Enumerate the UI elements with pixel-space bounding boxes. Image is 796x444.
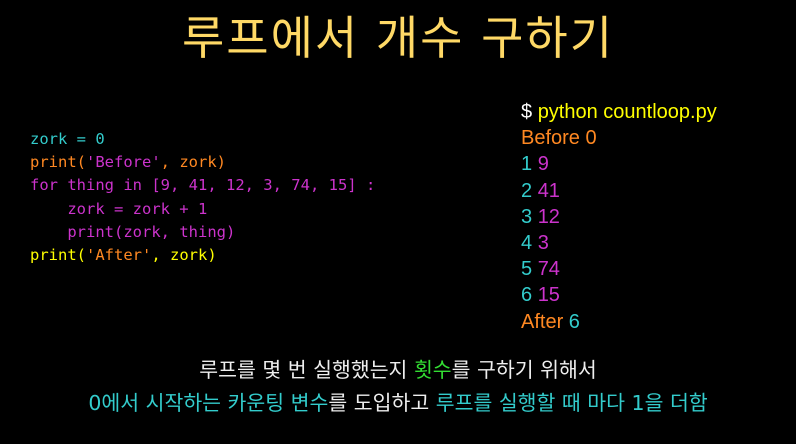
code-line: print(zork, thing) <box>30 221 375 244</box>
caption-segment: 를 구하기 위해서 <box>451 358 597 382</box>
code-line: for thing in [9, 41, 12, 3, 74, 15] : <box>30 174 375 197</box>
code-line-segment: zork, thing <box>123 222 226 241</box>
output-line-segment: python countloop.py <box>537 101 717 123</box>
caption-segment: 횟수 <box>413 358 452 382</box>
output-line: 1 9 <box>521 151 717 177</box>
code-line-segment: , zork) <box>160 153 226 172</box>
code-line-segment: ) <box>225 222 236 241</box>
caption-line-2: 0에서 시작하는 카운팅 변수를 도입하고 루프를 실행할 때 마다 1을 더함 <box>0 389 796 417</box>
output-line-segment: 3 <box>537 231 549 254</box>
output-line: Before 0 <box>521 125 717 151</box>
code-line: print('Before', zork) <box>30 151 375 174</box>
code-line-segment: zork = zork + 1 <box>30 199 208 218</box>
code-line-segment: in <box>123 176 152 195</box>
output-line-segment: 3 <box>521 205 538 228</box>
code-line-segment: 'After' <box>86 245 152 264</box>
output-line-segment: 74 <box>537 258 560 281</box>
caption-segment: 루프를 몇 번 실행했는지 <box>199 358 414 382</box>
caption-line-1: 루프를 몇 번 실행했는지 횟수를 구하기 위해서 <box>0 356 796 384</box>
output-line: $ python countloop.py <box>521 99 717 125</box>
output-line-segment: 6 <box>521 284 538 307</box>
caption-segment: 루프를 실행할 때 마다 <box>435 391 632 415</box>
caption-segment: 를 도입하고 <box>328 391 436 415</box>
output-line-segment: 9 <box>537 153 549 176</box>
code-line-segment: print( <box>30 153 86 172</box>
code-line-segment: 'Before' <box>86 153 161 172</box>
caption-segment: 1 <box>631 391 645 415</box>
code-line: zork = 0 <box>30 128 375 151</box>
terminal-output: $ python countloop.py Before 01 92 41 3 12… <box>521 99 717 335</box>
output-line-segment: 12 <box>537 205 560 228</box>
code-line-segment: print( <box>30 245 86 264</box>
output-line: 4 3 <box>521 230 717 256</box>
code-line-segment: , zork) <box>151 245 217 264</box>
output-line-segment: 5 <box>521 258 538 281</box>
output-line-segment: $ <box>521 101 538 123</box>
code-line-segment: zork = 0 <box>30 130 105 148</box>
output-line: After 6 <box>521 309 717 335</box>
output-line-segment: 41 <box>537 179 560 202</box>
output-line-segment: 15 <box>537 284 560 307</box>
output-line: 2 41 <box>521 178 717 204</box>
output-line-segment: 6 <box>568 310 580 333</box>
caption-segment: 0 <box>88 391 102 415</box>
output-line: 3 12 <box>521 204 717 230</box>
output-line-segment: 4 <box>521 231 538 254</box>
code-line-segment: print( <box>30 222 124 241</box>
caption-segment: 에서 시작하는 카운팅 변수 <box>101 391 329 415</box>
caption-segment: 을 더함 <box>644 391 708 415</box>
code-line: print('After', zork) <box>30 244 375 267</box>
output-line-segment: 2 <box>521 179 538 202</box>
code-block: zork = 0 print('Before', zork) for thing i… <box>30 128 375 267</box>
code-line-segment: [9, 41, 12, 3, 74, 15] : <box>151 176 376 195</box>
output-line: 5 74 <box>521 256 717 282</box>
code-line: zork = zork + 1 <box>30 198 375 221</box>
output-line-segment: Before 0 <box>521 127 597 150</box>
output-line-segment: 1 <box>521 153 538 176</box>
slide-title: 루프에서 개수 구하기 <box>181 11 615 65</box>
code-line-segment: thing <box>67 176 124 195</box>
code-line-segment: for <box>30 176 68 195</box>
output-line: 6 15 <box>521 282 717 308</box>
output-line-segment: After <box>521 310 569 333</box>
